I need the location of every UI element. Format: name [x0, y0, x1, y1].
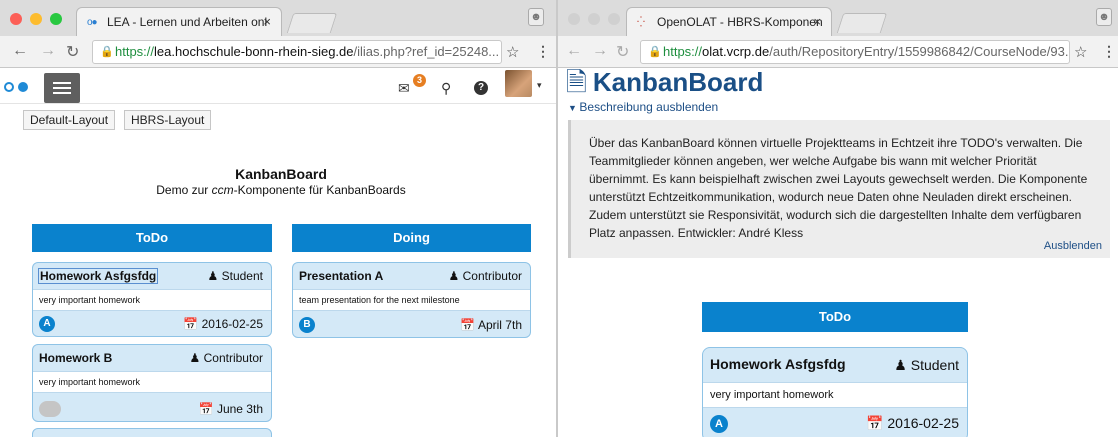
close-window-button[interactable] — [568, 13, 580, 25]
calendar-icon: 📅 — [460, 318, 478, 332]
reload-icon[interactable]: ↻ — [616, 42, 629, 62]
tab-title: LEA - Lernen und Arbeiten onl — [107, 15, 268, 29]
close-window-button[interactable] — [10, 13, 22, 25]
hbrs-layout-button[interactable]: HBRS-Layout — [124, 110, 212, 130]
search-icon[interactable]: ⚲ — [441, 80, 451, 97]
card-title[interactable]: Presentation A — [299, 269, 383, 283]
card-due-date[interactable]: 📅 2016-02-25 — [183, 317, 263, 331]
hamburger-menu-button[interactable] — [44, 73, 80, 103]
kanban-card[interactable]: Homework B ♟ Contributor very important … — [32, 344, 272, 422]
priority-badge[interactable]: A — [710, 415, 728, 433]
bookmark-star-icon[interactable]: ☆ — [506, 43, 519, 61]
maximize-window-button[interactable] — [608, 13, 620, 25]
browser-menu-icon[interactable]: ⋮ — [536, 43, 550, 60]
reload-icon[interactable]: ↻ — [66, 42, 79, 62]
card-user: ♟ Contributor — [448, 269, 522, 283]
minimize-window-button[interactable] — [30, 13, 42, 25]
caret-down-icon: ▼ — [568, 103, 580, 113]
user-icon: ♟ — [189, 351, 204, 365]
default-layout-button[interactable]: Default-Layout — [23, 110, 116, 130]
new-tab-button[interactable] — [836, 13, 888, 33]
forward-arrow-icon[interactable]: → — [40, 42, 56, 60]
left-browser-window: o● LEA - Lernen und Arbeiten onl × ☻ ← →… — [0, 0, 556, 437]
card-user: ♟ Student — [207, 269, 263, 283]
tab-title: OpenOLAT - HBRS-Komponen — [657, 15, 823, 29]
description-box: Über das KanbanBoard können virtuelle Pr… — [568, 120, 1110, 258]
priority-badge[interactable]: B — [299, 317, 315, 333]
card-due-date[interactable]: 📅 June 3th — [199, 402, 263, 416]
url-scheme: https:// — [663, 44, 703, 59]
user-icon: ♟ — [894, 357, 911, 373]
back-arrow-icon[interactable]: ← — [12, 42, 28, 60]
url-path: /ilias.php?ref_id=25248... — [353, 44, 500, 59]
back-arrow-icon[interactable]: ← — [566, 42, 582, 60]
lea-favicon-icon: o● — [87, 17, 98, 28]
priority-badge[interactable] — [39, 401, 61, 417]
document-icon: 🗎 — [566, 67, 587, 97]
card-user: ♟ Student — [894, 357, 959, 373]
user-icon: ♟ — [207, 269, 222, 283]
minimize-window-button[interactable] — [588, 13, 600, 25]
close-tab-icon[interactable]: × — [813, 14, 821, 29]
card-due-date[interactable]: 📅 2016-02-25 — [866, 415, 959, 432]
board-title: KanbanBoard — [235, 166, 327, 182]
lea-logo-dot-icon — [18, 82, 28, 92]
tab-strip: ⁛ OpenOLAT - HBRS-Komponen × ☻ — [558, 0, 1118, 36]
calendar-icon: 📅 — [198, 402, 217, 416]
description-text: Über das KanbanBoard können virtuelle Pr… — [589, 136, 1088, 240]
browser-tab-openolat[interactable]: ⁛ OpenOLAT - HBRS-Komponen × — [626, 7, 832, 36]
help-icon[interactable]: ? — [474, 81, 488, 95]
calendar-icon: 📅 — [183, 317, 202, 331]
calendar-icon: 📅 — [866, 415, 888, 431]
mail-icon[interactable]: ✉ — [398, 80, 410, 97]
user-icon: ♟ — [448, 269, 463, 283]
lock-icon: 🔒 — [100, 46, 114, 58]
tab-strip: o● LEA - Lernen und Arbeiten onl × ☻ — [0, 0, 556, 36]
column-header-doing: Doing — [292, 224, 531, 252]
description-toggle[interactable]: ▼ Beschreibung ausblenden — [568, 100, 718, 114]
card-user: ♟ Contributor — [189, 351, 263, 365]
address-bar-row: ← → ↻ 🔒 https://lea.hochschule-bonn-rhei… — [0, 36, 556, 68]
openolat-favicon-icon: ⁛ — [637, 17, 645, 28]
card-title[interactable]: Homework Asfgsfdg — [37, 268, 159, 284]
column-header-todo: ToDo — [32, 224, 272, 252]
lea-header — [0, 68, 556, 104]
close-tab-icon[interactable]: × — [263, 14, 271, 29]
bookmark-star-icon[interactable]: ☆ — [1074, 43, 1087, 61]
maximize-window-button[interactable] — [50, 13, 62, 25]
lock-icon: 🔒 — [648, 46, 662, 58]
chevron-down-icon[interactable]: ▾ — [537, 80, 542, 91]
avatar[interactable] — [505, 70, 532, 97]
column-header-todo: ToDo — [702, 302, 968, 332]
url-path: /auth/RepositoryEntry/1559986842/CourseN… — [769, 44, 1070, 59]
browser-menu-icon[interactable]: ⋮ — [1102, 43, 1116, 60]
card-title[interactable]: Homework B — [39, 351, 112, 365]
right-browser-window: ⁛ OpenOLAT - HBRS-Komponen × ☻ ← → ↻ 🔒 h… — [558, 0, 1118, 437]
lea-logo-icon[interactable] — [4, 82, 14, 92]
profile-icon[interactable]: ☻ — [528, 8, 544, 26]
forward-arrow-icon[interactable]: → — [592, 42, 608, 60]
card-description[interactable]: team presentation for the next milestone — [293, 289, 530, 311]
card-description[interactable]: very important homework — [33, 289, 271, 311]
kanban-card[interactable] — [32, 428, 272, 437]
url-field[interactable]: 🔒 https://lea.hochschule-bonn-rhein-sieg… — [92, 40, 502, 64]
hide-link[interactable]: Ausblenden — [1044, 240, 1102, 252]
url-host: lea.hochschule-bonn-rhein-sieg.de — [154, 44, 354, 59]
card-description[interactable]: very important homework — [703, 382, 967, 408]
card-due-date[interactable]: 📅 April 7th — [460, 318, 522, 332]
url-scheme: https:// — [115, 44, 155, 59]
url-host: olat.vcrp.de — [702, 44, 770, 59]
browser-tab-lea[interactable]: o● LEA - Lernen und Arbeiten onl × — [76, 7, 282, 36]
card-description[interactable]: very important homework — [33, 371, 271, 393]
card-title[interactable]: Homework Asfgsfdg — [710, 356, 846, 372]
notification-badge: 3 — [413, 74, 426, 87]
priority-badge[interactable]: A — [39, 316, 55, 332]
kanban-card[interactable]: Homework Asfgsfdg ♟ Student very importa… — [32, 262, 272, 337]
profile-icon[interactable]: ☻ — [1096, 8, 1112, 26]
kanban-card[interactable]: Presentation A ♟ Contributor team presen… — [292, 262, 531, 338]
url-field[interactable]: 🔒 https://olat.vcrp.de/auth/RepositoryEn… — [640, 40, 1070, 64]
board-subtitle: Demo zur ccm-Komponente für KanbanBoards — [156, 183, 406, 197]
new-tab-button[interactable] — [286, 13, 338, 33]
kanban-card[interactable]: Homework Asfgsfdg ♟ Student very importa… — [702, 347, 968, 437]
